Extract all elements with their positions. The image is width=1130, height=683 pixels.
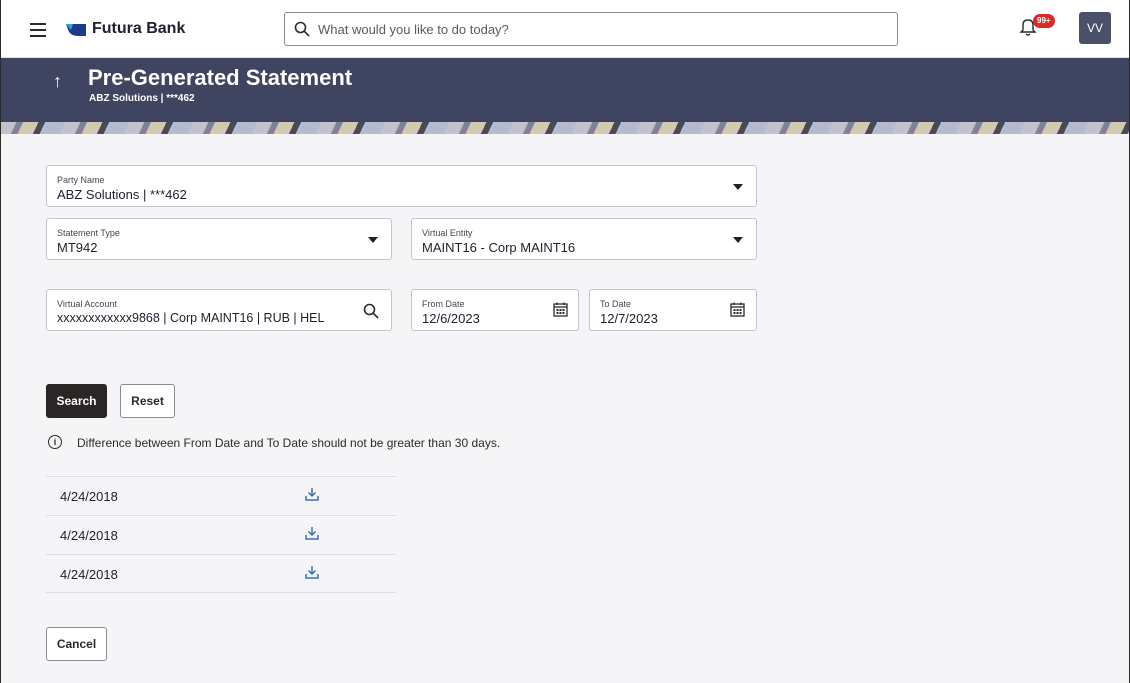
statement-type-label: Statement Type: [57, 228, 120, 238]
cancel-button[interactable]: Cancel: [46, 627, 107, 661]
virtual-entity-dropdown[interactable]: Virtual Entity MAINT16 - Corp MAINT16: [411, 218, 757, 260]
virtual-account-value: xxxxxxxxxxxx9868 | Corp MAINT16 | RUB | …: [57, 311, 325, 325]
calendar-icon[interactable]: [730, 302, 745, 317]
chevron-down-icon: [733, 184, 743, 190]
notification-count-badge: 99+: [1033, 14, 1055, 28]
page-subtitle: ABZ Solutions | ***462: [89, 93, 195, 104]
date-range-info-message: Difference between From Date and To Date…: [77, 436, 501, 450]
search-button[interactable]: Search: [46, 384, 107, 418]
party-name-value: ABZ Solutions | ***462: [57, 187, 187, 202]
download-icon[interactable]: [305, 526, 319, 540]
from-date-label: From Date: [422, 299, 465, 309]
calendar-icon[interactable]: [553, 302, 568, 317]
download-icon[interactable]: [305, 565, 319, 579]
virtual-account-field[interactable]: Virtual Account xxxxxxxxxxxx9868 | Corp …: [46, 289, 392, 331]
statement-date: 4/24/2018: [60, 528, 118, 543]
global-search[interactable]: [284, 12, 898, 46]
from-date-value: 12/6/2023: [422, 311, 480, 326]
statement-date: 4/24/2018: [60, 567, 118, 582]
reset-button[interactable]: Reset: [120, 384, 175, 418]
statement-date: 4/24/2018: [60, 489, 118, 504]
to-date-value: 12/7/2023: [600, 311, 658, 326]
statement-type-dropdown[interactable]: Statement Type MT942: [46, 218, 392, 260]
info-icon: i: [48, 435, 62, 449]
user-avatar[interactable]: VV: [1079, 12, 1111, 44]
party-name-label: Party Name: [57, 175, 105, 185]
brand-name[interactable]: Futura Bank: [92, 20, 185, 38]
back-arrow-icon[interactable]: ↑: [53, 71, 62, 92]
to-date-label: To Date: [600, 299, 632, 309]
search-icon[interactable]: [363, 303, 379, 319]
virtual-entity-value: MAINT16 - Corp MAINT16: [422, 240, 576, 255]
list-item: 4/24/2018: [46, 554, 396, 593]
search-input[interactable]: [318, 13, 888, 45]
page-title: Pre-Generated Statement: [88, 65, 353, 90]
virtual-account-label: Virtual Account: [57, 299, 117, 309]
download-icon[interactable]: [305, 487, 319, 501]
chevron-down-icon: [368, 237, 378, 243]
bank-logo-icon: [66, 24, 86, 36]
list-item: 4/24/2018: [46, 476, 396, 515]
statement-type-value: MT942: [57, 240, 98, 255]
virtual-entity-label: Virtual Entity: [422, 228, 473, 238]
top-bar: Futura Bank 99+ VV: [1, 0, 1129, 58]
decorative-banner-strip: [1, 122, 1129, 134]
from-date-field[interactable]: From Date 12/6/2023: [411, 289, 579, 331]
statement-list: 4/24/2018 4/24/2018 4/24/2018: [46, 476, 396, 593]
hamburger-menu-icon[interactable]: [30, 23, 46, 37]
to-date-field[interactable]: To Date 12/7/2023: [589, 289, 757, 331]
list-item: 4/24/2018: [46, 515, 396, 554]
search-icon: [294, 21, 310, 37]
chevron-down-icon: [733, 237, 743, 243]
party-name-dropdown[interactable]: Party Name ABZ Solutions | ***462: [46, 165, 757, 207]
